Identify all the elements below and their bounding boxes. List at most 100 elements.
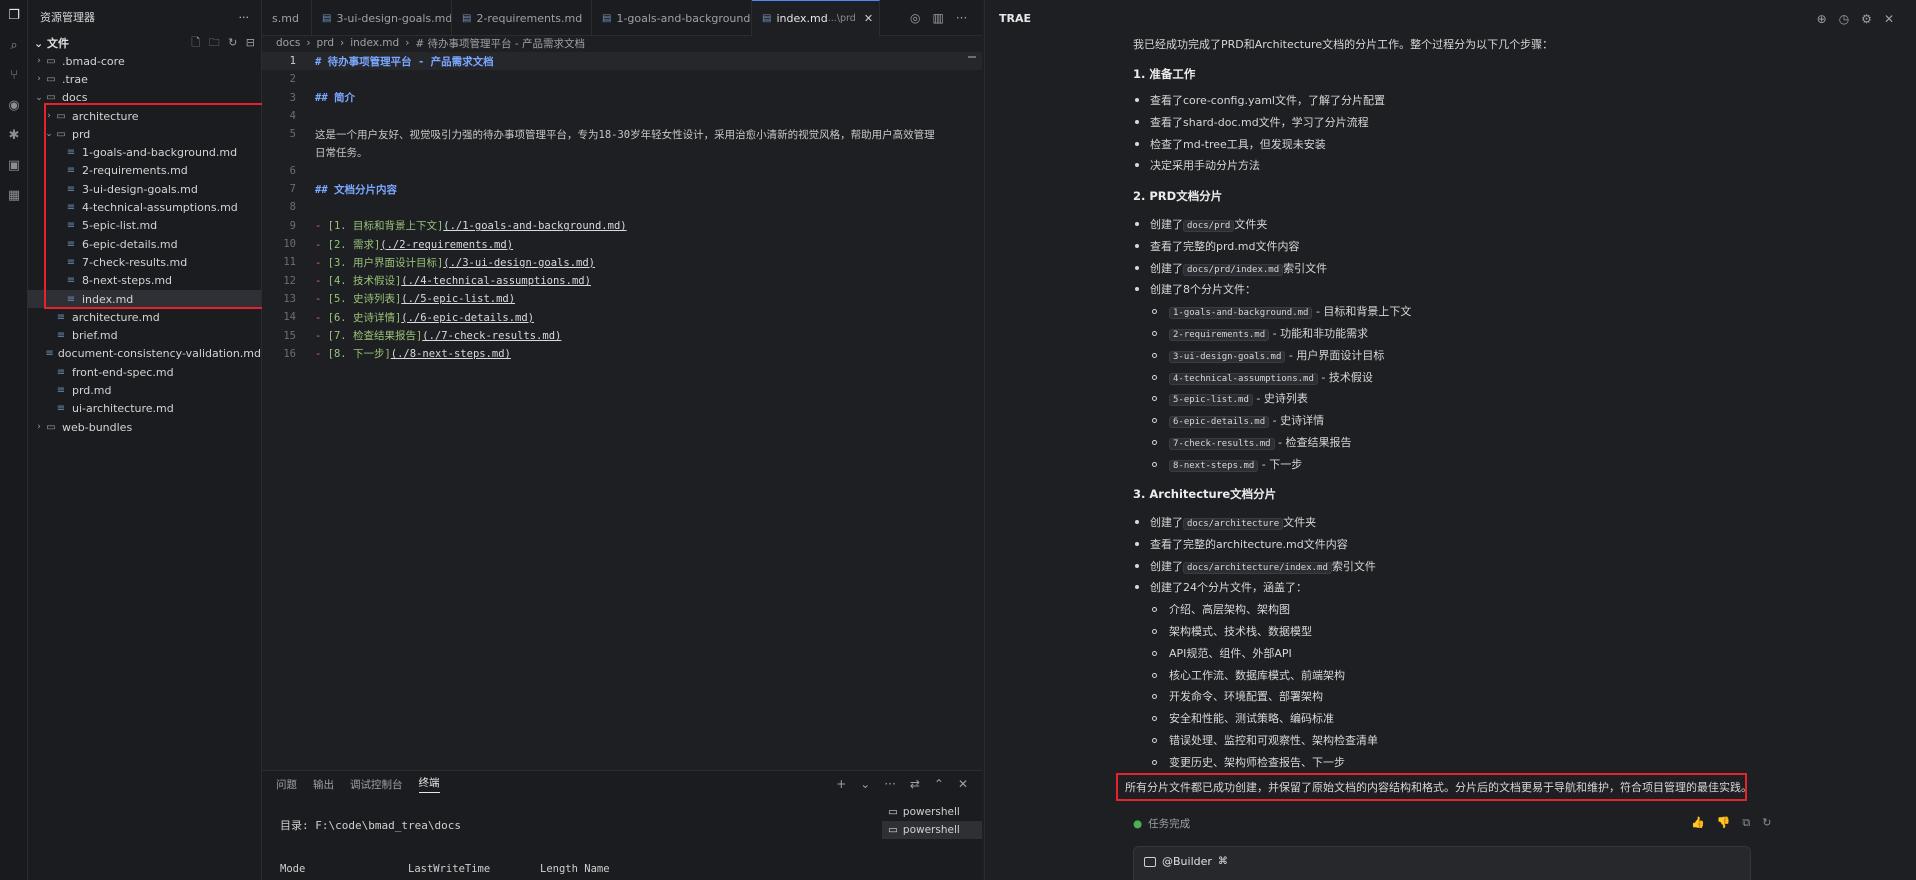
code-line[interactable]: 10 - [2. 需求](./2-requirements.md) <box>262 235 982 253</box>
breadcrumb-item[interactable]: prd <box>317 37 334 49</box>
panel-tab[interactable]: 调试控制台 <box>350 777 403 792</box>
code-line[interactable]: 1 # 待办事项管理平台 - 产品需求文档 <box>262 52 982 70</box>
split-editor-icon[interactable]: ▥ <box>932 11 943 25</box>
explorer-section[interactable]: ⌄ 文件 🗋 🗀 ↻ ⊟ <box>28 34 261 52</box>
chat-input[interactable]: @Builder ⌘ <box>1133 846 1751 880</box>
markdown-file-icon: ▤ <box>602 12 612 24</box>
link-url[interactable]: (./4-technical-assumptions.md) <box>401 275 591 287</box>
code-line[interactable]: 13 - [5. 史诗列表](./5-epic-list.md) <box>262 290 982 308</box>
bullet <box>1152 440 1157 445</box>
link-url[interactable]: (./6-epic-details.md) <box>401 312 534 324</box>
bullet <box>1135 222 1139 226</box>
terminal-item[interactable]: ▭ powershell <box>882 821 982 839</box>
bullet <box>1152 461 1157 467</box>
more-icon[interactable]: ··· <box>239 11 250 24</box>
code-line[interactable]: 4 <box>262 107 982 125</box>
tree-item[interactable]: ≡ prd.md <box>28 381 261 399</box>
tree-item[interactable]: ≡ ui-architecture.md <box>28 400 261 418</box>
copy-icon[interactable]: ⧉ <box>1742 816 1750 830</box>
tree-item[interactable]: ≡ front-end-spec.md <box>28 363 261 381</box>
terminal-item[interactable]: ▭ powershell <box>882 803 982 821</box>
link-url[interactable]: (./1-goals-and-background.md) <box>443 220 626 232</box>
chevron-down-icon[interactable]: ⌄ <box>860 777 870 791</box>
more-icon[interactable]: ··· <box>884 777 895 791</box>
close-icon[interactable]: ✕ <box>958 777 968 791</box>
code-line[interactable]: 8 <box>262 198 982 216</box>
thumbs-down-icon[interactable]: 👎 <box>1717 816 1731 830</box>
code-line[interactable]: 7 ## 文档分片内容 <box>262 180 982 198</box>
tree-item[interactable]: ≡ brief.md <box>28 326 261 344</box>
split-icon[interactable]: ⇄ <box>910 777 920 791</box>
panel-tools: + ⌄ ··· ⇄ ⌃ ✕ <box>836 777 968 791</box>
tree-item[interactable]: › ▭ .bmad-core <box>28 52 261 70</box>
code-line[interactable]: 5 这是一个用户友好、视觉吸引力强的待办事项管理平台，专为18-30岁年轻女性设计… <box>262 125 982 143</box>
link-url[interactable]: (./8-next-steps.md) <box>391 348 511 360</box>
breadcrumb-item[interactable]: docs <box>276 37 300 49</box>
chat-text: 创建了 docs/architecture 文件夹 <box>1150 514 1316 530</box>
chevron-icon: › <box>37 56 41 67</box>
code-line[interactable]: 日常任务。 <box>262 144 982 162</box>
editor-tab[interactable]: ▤ 3-ui-design-goals.md <box>312 0 452 36</box>
close-icon[interactable]: ✕ <box>864 12 873 25</box>
tree-item[interactable]: ≡ document-consistency-validation.md <box>28 345 261 363</box>
link-url[interactable]: (./3-ui-design-goals.md) <box>443 257 595 269</box>
files-icon[interactable]: ❐ <box>0 0 28 30</box>
line-content: - [7. 检查结果报告](./7-check-results.md) <box>315 328 561 343</box>
breadcrumb-item[interactable]: index.md <box>350 37 399 49</box>
line-number: 3 <box>289 91 296 104</box>
line-content: - [6. 史诗详情](./6-epic-details.md) <box>315 310 534 325</box>
code-line[interactable]: 6 <box>262 162 982 180</box>
text-part: 索引文件 <box>1331 559 1376 573</box>
extensions-icon[interactable]: ▦ <box>0 180 28 210</box>
maximize-icon[interactable]: ⌃ <box>934 777 944 791</box>
new-chat-icon[interactable]: ⊕ <box>1817 12 1827 26</box>
tree-item[interactable]: ≡ architecture.md <box>28 308 261 326</box>
code-line[interactable]: 9 - [1. 目标和背景上下文](./1-goals-and-backgroun… <box>262 217 982 235</box>
collapse-icon[interactable]: ⊟ <box>246 36 255 49</box>
history-icon[interactable]: ◷ <box>1839 12 1849 26</box>
retry-icon[interactable]: ↻ <box>1762 816 1771 830</box>
refresh-icon[interactable]: ↻ <box>228 36 237 49</box>
link-url[interactable]: (./7-check-results.md) <box>422 330 561 342</box>
source-control-icon[interactable]: ⑂ <box>0 60 28 90</box>
code-line[interactable]: 3 ## 简介 <box>262 89 982 107</box>
tree-item[interactable]: › ▭ .trae <box>28 70 261 88</box>
new-file-icon[interactable]: 🗋 <box>191 36 200 49</box>
code-line[interactable]: 12 - [4. 技术假设](./4-technical-assumptions.… <box>262 272 982 290</box>
link-url[interactable]: (./2-requirements.md) <box>380 239 513 251</box>
file-icon: ≡ <box>56 384 66 396</box>
more-icon[interactable]: ··· <box>956 11 967 25</box>
eye-icon[interactable]: ◉ <box>0 90 28 120</box>
code-line[interactable]: 16 - [8. 下一步](./8-next-steps.md) <box>262 345 982 363</box>
remote-icon[interactable]: ▣ <box>0 150 28 180</box>
line-content: 日常任务。 <box>315 145 368 160</box>
editor-tab[interactable]: s.md <box>262 0 312 36</box>
code-line[interactable]: 14 - [6. 史诗详情](./6-epic-details.md) <box>262 308 982 326</box>
editor-tab[interactable]: ▤ 1-goals-and-background.md <box>592 0 752 36</box>
code-line[interactable]: 2 <box>262 70 982 88</box>
panel-tab[interactable]: 终端 <box>418 775 440 793</box>
terminal-icon: ▭ <box>888 806 898 818</box>
close-icon[interactable]: ✕ <box>1884 12 1894 26</box>
breadcrumb-item[interactable]: # 待办事项管理平台 - 产品需求文档 <box>415 36 585 51</box>
panel-tab[interactable]: 输出 <box>313 777 334 792</box>
link-label: [3. 用户界面设计目标] <box>327 256 444 269</box>
gear-icon[interactable]: ⚙ <box>1861 12 1872 26</box>
editor-tab[interactable]: ▤ index.md ...\prd ✕ <box>752 0 880 36</box>
panel-tab[interactable]: 问题 <box>276 777 297 792</box>
thumbs-up-icon[interactable]: 👍 <box>1691 816 1705 830</box>
search-icon[interactable]: ⌕ <box>0 30 28 60</box>
preview-icon[interactable]: ◎ <box>910 11 920 25</box>
code-line[interactable]: 15 - [7. 检查结果报告](./7-check-results.md) <box>262 327 982 345</box>
code-editor[interactable]: 1 # 待办事项管理平台 - 产品需求文档 2 3 ## 简介 4 5 这是一个用户友好、视觉… <box>262 52 982 762</box>
agent-mention[interactable]: @Builder ⌘ <box>1144 855 1228 868</box>
link-url[interactable]: (./5-epic-list.md) <box>401 293 515 305</box>
link-label: [2. 需求] <box>327 238 381 251</box>
editor-tab[interactable]: ▤ 2-requirements.md <box>452 0 592 36</box>
debug-icon[interactable]: ✱ <box>0 120 28 150</box>
tree-item[interactable]: › ▭ web-bundles <box>28 418 261 436</box>
bullet <box>1135 541 1139 546</box>
new-folder-icon[interactable]: 🗀 <box>209 36 220 49</box>
add-terminal-icon[interactable]: + <box>836 777 846 791</box>
code-line[interactable]: 11 - [3. 用户界面设计目标](./3-ui-design-goals.md… <box>262 253 982 271</box>
